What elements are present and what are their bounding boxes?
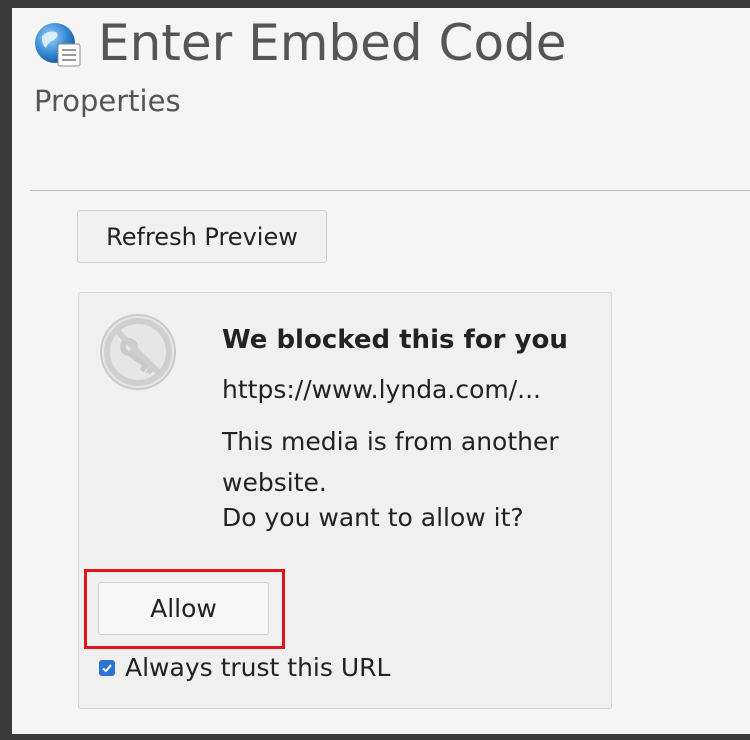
checkmark-icon: [102, 663, 112, 672]
page-subtitle: Properties: [34, 84, 181, 118]
blocked-title: We blocked this for you: [222, 325, 568, 355]
window-frame: Enter Embed Code Properties Refresh Prev…: [0, 0, 750, 740]
blocked-key-icon: [99, 313, 177, 391]
trust-url-checkbox[interactable]: [99, 659, 115, 676]
blocked-question: Do you want to allow it?: [222, 503, 524, 532]
page-title: Enter Embed Code: [98, 14, 567, 72]
blocked-message: This media is from another website.: [222, 427, 559, 497]
trust-url-option[interactable]: Always trust this URL: [99, 653, 390, 682]
blocked-content-notice: We blocked this for you https://www.lynd…: [78, 292, 612, 709]
globe-document-icon: [34, 22, 84, 68]
refresh-preview-button[interactable]: Refresh Preview: [77, 210, 327, 263]
trust-url-label: Always trust this URL: [125, 653, 391, 682]
allow-button[interactable]: Allow: [98, 582, 269, 635]
header-divider: [30, 190, 750, 191]
blocked-url: https://www.lynda.com/...: [222, 375, 541, 404]
embed-code-panel: Enter Embed Code Properties Refresh Prev…: [12, 8, 750, 734]
